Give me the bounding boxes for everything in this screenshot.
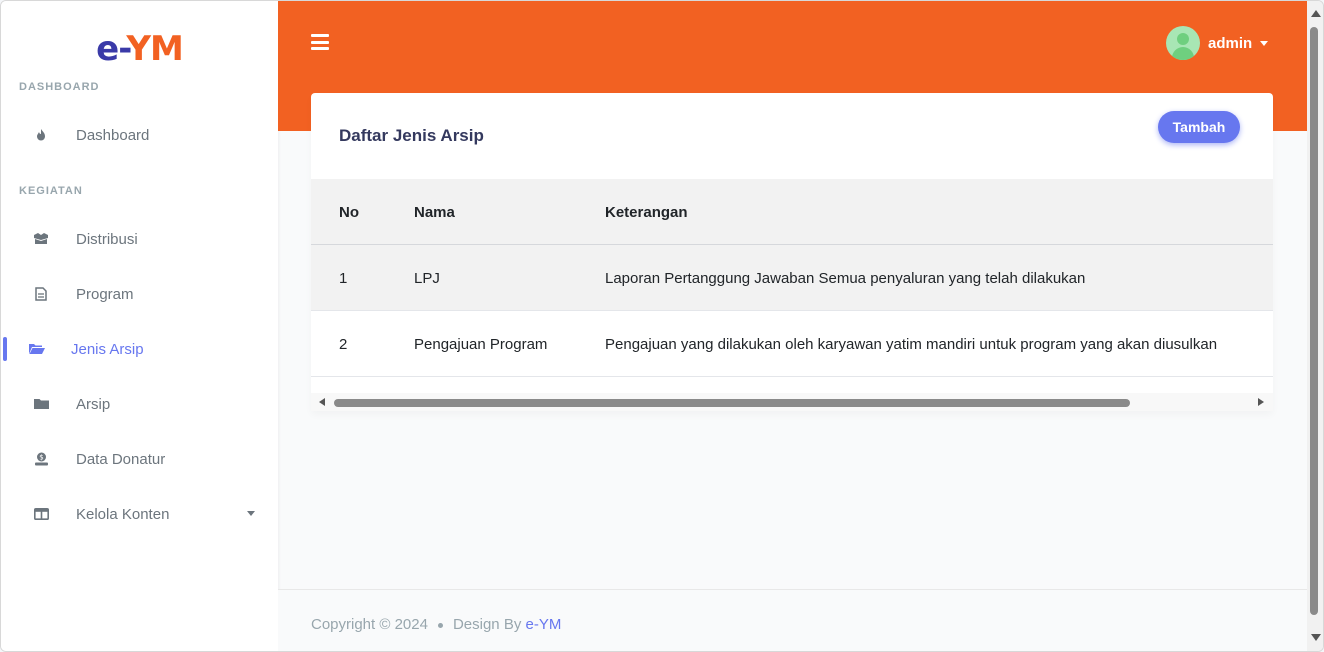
hamburger-menu-icon[interactable] [311,34,329,50]
scroll-up-arrow-icon[interactable] [1311,10,1321,17]
sidebar-item-label: Program [76,285,134,303]
sidebar-item-dashboard[interactable]: Dashboard [1,115,278,155]
table-horizontal-scrollbar[interactable] [311,393,1273,411]
active-indicator [3,337,7,361]
footer: Copyright © 2024 Design By e-YM [278,589,1307,651]
table-cell-nama: Pengajuan Program [414,335,548,353]
brand-logo[interactable]: e-YM [1,29,278,69]
content-card: Daftar Jenis Arsip Tambah No Nama Ketera… [311,93,1273,411]
folder-open-icon [29,341,45,357]
fire-icon [33,127,49,143]
user-menu[interactable]: admin [1166,26,1269,60]
design-by-text: Design By [452,616,522,633]
sidebar-item-label: Jenis Arsip [71,340,144,358]
user-name: admin [1208,34,1253,52]
table-cell-nama: LPJ [414,269,440,287]
sidebar-item-arsip[interactable]: Arsip [1,384,278,424]
brand-logo-part2: YM [126,29,183,69]
sidebar-item-label: Distribusi [76,230,138,248]
separator-dot [437,622,443,628]
footer-text: Copyright © 2024 Design By e-YM [311,616,561,633]
sidebar-item-label: Data Donatur [76,450,166,468]
app-window: e-YM DASHBOARD Dashboard KEGIATAN Distri… [0,0,1324,652]
sidebar-item-jenis-arsip[interactable]: Jenis Arsip [1,329,278,369]
table-cell-no: 2 [339,335,348,353]
scroll-left-arrow-icon[interactable] [319,398,325,406]
table-cell-keterangan: Pengajuan yang dilakukan oleh karyawan y… [605,335,1218,353]
table-cell-keterangan: Laporan Pertanggung Jawaban Semua penyal… [605,269,1086,287]
add-button[interactable]: Tambah [1158,111,1240,143]
document-icon [33,286,49,302]
columns-icon [33,506,49,522]
donate-icon: $ [33,451,49,467]
sidebar: e-YM DASHBOARD Dashboard KEGIATAN Distri… [1,1,278,651]
column-header-keterangan[interactable]: Keterangan [605,179,688,245]
page-title: Daftar Jenis Arsip [339,126,484,145]
sidebar-item-label: Arsip [76,395,111,413]
sidebar-section-dashboard: DASHBOARD [19,81,100,93]
box-icon [33,231,49,247]
column-header-nama[interactable]: Nama [414,179,455,245]
sidebar-item-program[interactable]: Program [1,274,278,314]
table-row[interactable]: 1 LPJ Laporan Pertanggung Jawaban Semua … [311,245,1273,311]
svg-text:$: $ [39,454,43,462]
brand-logo-part1: e- [96,29,127,69]
scroll-right-arrow-icon[interactable] [1258,398,1264,406]
copyright-text: Copyright © 2024 [311,616,428,633]
table-cell-no: 1 [339,269,348,287]
sidebar-item-label: Dashboard [76,126,150,144]
chevron-down-icon [247,511,255,516]
table-row[interactable]: 2 Pengajuan Program Pengajuan yang dilak… [311,311,1273,377]
scrollbar-thumb[interactable] [1310,27,1318,615]
folder-icon [33,396,49,412]
avatar [1166,26,1200,60]
table-header-row: No Nama Keterangan [311,179,1273,245]
scrollbar-thumb[interactable] [334,399,1130,407]
sidebar-item-distribusi[interactable]: Distribusi [1,219,278,259]
sidebar-item-label: Kelola Konten [76,505,170,523]
sidebar-item-data-donatur[interactable]: $ Data Donatur [1,439,278,479]
sidebar-item-kelola-konten[interactable]: Kelola Konten [1,494,278,534]
sidebar-section-kegiatan: KEGIATAN [19,185,83,197]
chevron-down-icon [1260,40,1269,46]
brand-link[interactable]: e-YM [526,616,562,633]
scroll-down-arrow-icon[interactable] [1311,634,1321,641]
page-vertical-scrollbar[interactable] [1307,1,1323,651]
data-table: No Nama Keterangan 1 LPJ Laporan Pertang… [311,179,1273,377]
column-header-no[interactable]: No [339,179,359,245]
